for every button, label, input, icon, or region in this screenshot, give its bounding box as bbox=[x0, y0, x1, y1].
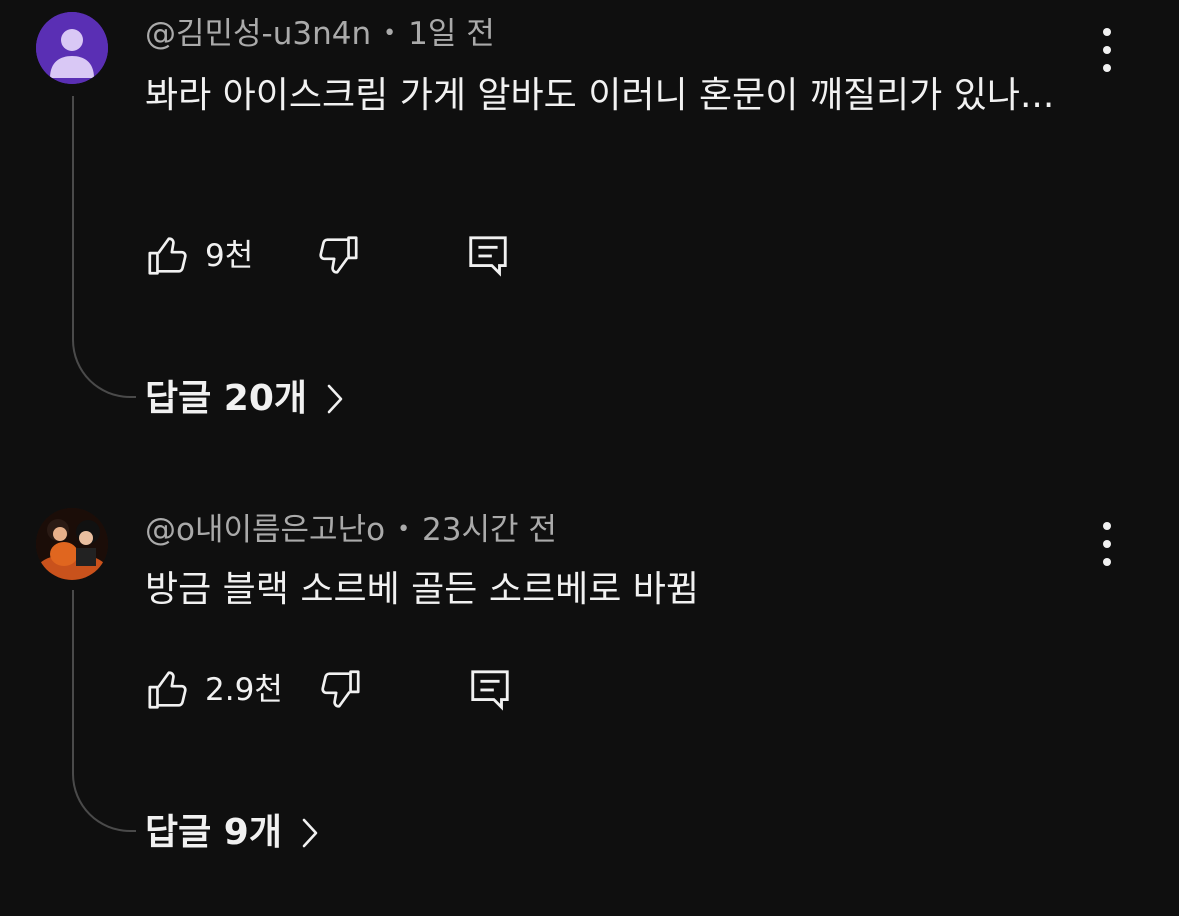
view-replies-button[interactable]: 답글 20개 bbox=[145, 374, 345, 424]
like-count: 9천 bbox=[205, 238, 254, 274]
comments-panel: @김민성-u3n4n • 1일 전 봐라 아이스크림 가게 알바도 이러니 혼문이 … bbox=[0, 0, 1179, 916]
replies-label: 답글 20개 bbox=[145, 378, 307, 419]
comment-author[interactable]: @김민성-u3n4n bbox=[145, 16, 371, 52]
like-button[interactable]: 2.9천 bbox=[145, 666, 283, 714]
chevron-right-icon bbox=[302, 818, 318, 848]
comment-time: 1일 전 bbox=[408, 16, 495, 52]
default-avatar-icon bbox=[36, 12, 108, 84]
comment-item: @o내이름은고난o • 23시간 전 방금 블랙 소르베 골든 소르베로 바뀜 2.… bbox=[0, 496, 1179, 916]
chevron-right-icon bbox=[327, 384, 343, 414]
dislike-button[interactable] bbox=[315, 232, 361, 280]
profile-picture-icon bbox=[36, 508, 108, 580]
thumb-down-icon bbox=[319, 236, 358, 274]
comment-item: @김민성-u3n4n • 1일 전 봐라 아이스크림 가게 알바도 이러니 혼문이 … bbox=[0, 0, 1179, 460]
thread-connector bbox=[72, 96, 136, 398]
comment-text: 방금 블랙 소르베 골든 소르베로 바뀜 bbox=[145, 569, 700, 610]
thumb-down-icon bbox=[321, 670, 360, 708]
more-options-button[interactable] bbox=[1092, 522, 1122, 566]
comment-meta: @김민성-u3n4n • 1일 전 bbox=[145, 14, 495, 54]
comment-actions: 9천 bbox=[145, 232, 545, 280]
reply-button[interactable] bbox=[465, 232, 511, 280]
like-button[interactable]: 9천 bbox=[145, 232, 253, 280]
reply-comment-icon bbox=[469, 236, 507, 277]
thumb-up-icon bbox=[148, 237, 187, 275]
dislike-button[interactable] bbox=[317, 666, 363, 714]
reply-comment-icon bbox=[471, 670, 509, 711]
comment-text: 봐라 아이스크림 가게 알바도 이러니 혼문이 깨질리가 있나... bbox=[145, 75, 1055, 116]
like-count: 2.9천 bbox=[205, 672, 283, 708]
comment-time: 23시간 전 bbox=[422, 512, 557, 548]
comment-meta: @o내이름은고난o • 23시간 전 bbox=[145, 510, 557, 550]
avatar[interactable] bbox=[36, 12, 108, 84]
meta-separator: • bbox=[397, 517, 411, 542]
more-vert-icon bbox=[1103, 522, 1111, 530]
view-replies-button[interactable]: 답글 9개 bbox=[145, 808, 320, 858]
more-options-button[interactable] bbox=[1092, 28, 1122, 72]
avatar[interactable] bbox=[36, 508, 108, 580]
comment-author[interactable]: @o내이름은고난o bbox=[145, 512, 385, 548]
meta-separator: • bbox=[383, 21, 397, 46]
more-vert-icon bbox=[1103, 28, 1111, 36]
replies-label: 답글 9개 bbox=[145, 812, 282, 853]
comment-actions: 2.9천 bbox=[145, 666, 545, 714]
thread-connector bbox=[72, 590, 136, 832]
thumb-up-icon bbox=[148, 671, 187, 709]
reply-button[interactable] bbox=[467, 666, 513, 714]
